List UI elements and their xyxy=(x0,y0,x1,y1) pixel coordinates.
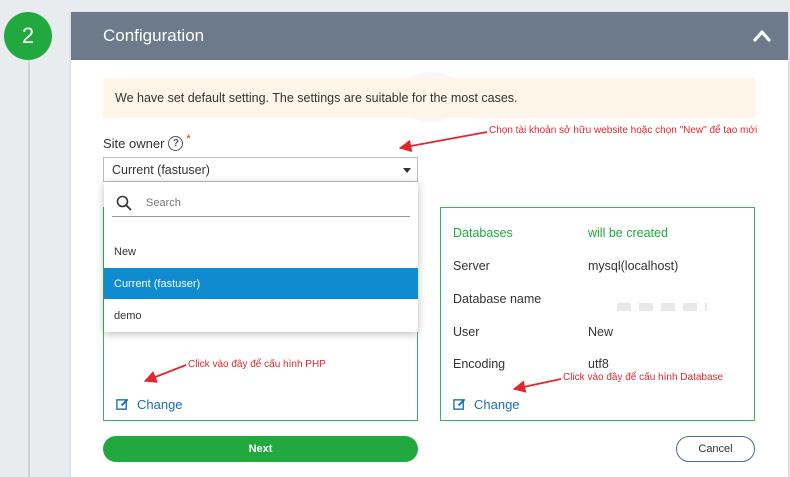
db-row-value: mysql(localhost) xyxy=(588,259,679,273)
annotation-db: Click vào đây để cấu hình Database xyxy=(563,372,724,383)
db-row-label: User xyxy=(453,325,480,339)
caret-down-icon xyxy=(403,168,411,173)
php-change-link[interactable]: Change xyxy=(116,397,183,412)
db-row-label: Server xyxy=(453,259,490,273)
site-owner-dropdown: New Current (fastuser) demo xyxy=(104,182,418,332)
annotation-owner: Chọn tài khoản sở hữu website hoặc chọn … xyxy=(489,125,758,136)
help-icon[interactable]: ? xyxy=(168,136,184,151)
site-owner-select[interactable]: Current (fastuser) xyxy=(103,157,418,182)
chevron-up-icon[interactable] xyxy=(752,26,772,46)
step-number-badge: 2 xyxy=(4,12,52,60)
dropdown-search[interactable] xyxy=(112,190,410,217)
db-head-value: will be created xyxy=(588,226,668,240)
edit-icon xyxy=(116,398,129,410)
edit-icon xyxy=(453,398,466,410)
db-row-value: utf8 xyxy=(588,357,609,371)
db-row-label: Database name xyxy=(453,292,542,306)
search-icon xyxy=(116,195,132,211)
cancel-button[interactable]: Cancel xyxy=(676,436,755,462)
db-row-value: New xyxy=(588,325,614,339)
site-owner-selected-value: Current (fastuser) xyxy=(112,162,210,177)
annotation-php: Click vào đây để cấu hình PHP xyxy=(188,359,326,370)
configuration-panel: Configuration We have set default settin… xyxy=(71,12,788,477)
redacted-value xyxy=(617,303,707,311)
default-settings-notice: We have set default setting. The setting… xyxy=(103,78,755,118)
panel-header[interactable]: Configuration xyxy=(71,12,788,60)
search-input[interactable] xyxy=(146,197,386,209)
database-settings-card: Databases will be created Server mysql(l… xyxy=(440,207,755,421)
required-marker: * xyxy=(186,132,191,145)
database-change-link[interactable]: Change xyxy=(453,397,520,412)
notice-text: We have set default setting. The setting… xyxy=(115,91,518,105)
dropdown-option-current[interactable]: Current (fastuser) xyxy=(104,268,418,299)
dropdown-option-demo[interactable]: demo xyxy=(104,300,418,331)
db-head-label: Databases xyxy=(453,226,513,240)
step-rail xyxy=(28,60,30,477)
next-button[interactable]: Next xyxy=(103,436,418,462)
site-owner-label: Site owner ? * xyxy=(103,132,191,151)
dropdown-option-new[interactable]: New xyxy=(104,236,418,267)
db-row-label: Encoding xyxy=(453,357,506,371)
panel-title: Configuration xyxy=(103,26,205,45)
